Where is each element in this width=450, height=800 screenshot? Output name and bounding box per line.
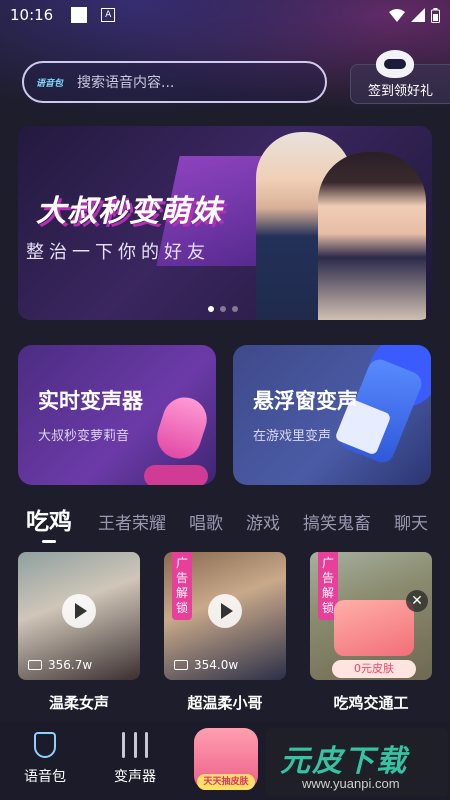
banner-dot [232, 306, 238, 312]
nav-label: 语音包 [24, 769, 66, 785]
category-tabs: 吃鸡 王者荣耀 唱歌 游戏 搞笑鬼畜 聊天 [26, 502, 450, 536]
wifi-icon [389, 8, 405, 22]
tab-chicken[interactable]: 吃鸡 [26, 502, 72, 536]
play-count-icon [174, 660, 188, 670]
tab-funny[interactable]: 搞笑鬼畜 [303, 509, 371, 534]
watermark-title: 元皮下载 [280, 744, 408, 779]
play-count: 356.7w [48, 658, 93, 672]
signal-icon [411, 8, 425, 22]
status-icons [389, 7, 440, 23]
banner-character-female [318, 152, 426, 320]
card-title: 悬浮窗变声 [253, 389, 358, 413]
search-input[interactable]: 语音包 搜索语音内容... [22, 61, 327, 103]
watermark-url: www.yuanpi.com [302, 776, 400, 791]
video-card[interactable]: 356.7w [18, 552, 140, 680]
tab-honor-of-kings[interactable]: 王者荣耀 [98, 509, 166, 534]
card-title: 实时变声器 [38, 389, 143, 413]
watermark: 元皮下载 www.yuanpi.com [266, 728, 448, 796]
play-count: 354.0w [194, 658, 239, 672]
free-skin-label: 0元皮肤 [332, 660, 416, 678]
promo-banner[interactable]: 大叔秒变萌妹 整治一下你的好友 [18, 126, 432, 320]
daily-skin-draw-label[interactable]: 天天抽皮肤 [197, 774, 255, 790]
banner-dot [220, 306, 226, 312]
voice-pack-icon [34, 732, 56, 758]
video-title[interactable]: 温柔女声 [18, 692, 140, 713]
video-title[interactable]: 吃鸡交通工 [310, 692, 432, 713]
voice-pack-tag: 语音包 [36, 78, 64, 89]
play-count-icon [28, 660, 42, 670]
search-placeholder: 搜索语音内容... [77, 75, 175, 91]
ad-card[interactable]: 广告解锁 0元皮肤 ✕ [310, 552, 432, 680]
banner-title: 大叔秒变萌妹 [36, 194, 222, 229]
tab-chat[interactable]: 聊天 [394, 509, 428, 534]
tab-games[interactable]: 游戏 [246, 509, 280, 534]
card-subtitle: 在游戏里变声 [253, 429, 332, 444]
play-icon[interactable] [208, 594, 242, 628]
status-time: 10:16 [10, 6, 54, 24]
active-tab-indicator [42, 540, 56, 543]
battery-icon [431, 7, 440, 23]
floating-window-card[interactable]: 悬浮窗变声 在游戏里变声 [233, 345, 431, 485]
video-card[interactable]: 广告解锁 354.0w [164, 552, 286, 680]
robot-mascot-icon [376, 50, 414, 78]
nav-voice-changer[interactable]: 变声器 [90, 732, 180, 786]
nav-label: 变声器 [114, 769, 156, 785]
checkin-label: 签到领好礼 [367, 84, 433, 99]
status-bar: 10:16 A [0, 0, 450, 30]
equalizer-icon [122, 732, 148, 758]
banner-subtitle: 整治一下你的好友 [26, 242, 210, 263]
realtime-changer-card[interactable]: 实时变声器 大叔秒变萝莉音 [18, 345, 216, 485]
microphone-icon [151, 391, 213, 465]
gift-box-icon [334, 600, 414, 656]
ad-unlock-badge: 广告解锁 [172, 552, 192, 620]
a-notification-icon: A [101, 8, 116, 22]
tab-singing[interactable]: 唱歌 [189, 509, 223, 534]
notification-icon [71, 7, 88, 23]
nav-voice-pack[interactable]: 语音包 [0, 732, 90, 786]
close-icon[interactable]: ✕ [406, 590, 428, 612]
card-subtitle: 大叔秒变萝莉音 [38, 429, 130, 444]
microphone-base-icon [144, 465, 208, 485]
banner-dot [208, 306, 214, 312]
video-title[interactable]: 超温柔小哥 [164, 692, 286, 713]
banner-pagination [208, 306, 238, 312]
play-icon[interactable] [62, 594, 96, 628]
